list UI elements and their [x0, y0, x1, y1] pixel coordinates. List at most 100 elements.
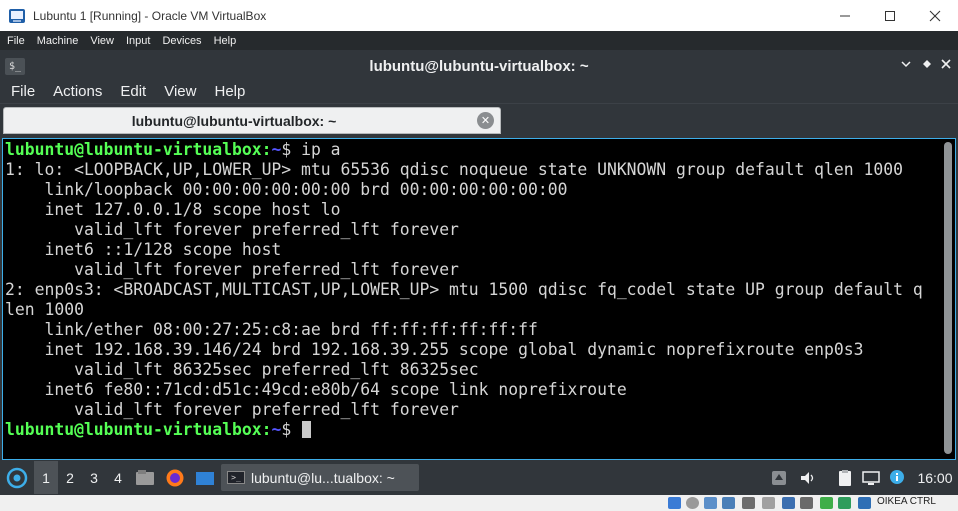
volume-control[interactable] [797, 461, 819, 494]
terminal-line: inet 127.0.0.1/8 scope host lo [5, 200, 341, 219]
start-menu-button[interactable] [2, 461, 32, 494]
chevron-down-icon [901, 61, 911, 68]
text-cursor [302, 421, 312, 438]
taskbar-panel: 1 2 3 4 >_ lubuntu@lu...tualbox: ~ 16:00 [0, 461, 958, 494]
desktop-icon [196, 471, 214, 485]
terminal-menu-actions[interactable]: Actions [46, 83, 109, 100]
video-capture-icon[interactable] [800, 497, 813, 509]
maximize-icon [885, 10, 895, 21]
terminal-tab-label: lubuntu@lubuntu-virtualbox: ~ [131, 113, 337, 129]
display-icon[interactable] [782, 497, 795, 509]
command-text: ip a [301, 140, 341, 159]
hard-disk-icon[interactable] [668, 497, 681, 509]
task-terminal-button[interactable]: >_ lubuntu@lu...tualbox: ~ [221, 464, 419, 491]
maximize-button[interactable] [867, 0, 913, 31]
desktop-switch-3[interactable]: 3 [82, 461, 106, 494]
terminal-line: valid_lft forever preferred_lft forever [5, 220, 459, 239]
network-tray[interactable] [860, 461, 882, 494]
guest-additions-icon[interactable] [838, 497, 851, 509]
audio-icon[interactable] [704, 497, 717, 509]
terminal-line: inet6 fe80::71cd:d51c:49cd:e80b/64 scope… [5, 380, 627, 399]
host-menu-devices[interactable]: Devices [157, 35, 206, 47]
lubuntu-logo-icon [6, 467, 28, 488]
terminal-line: 1: lo: <LOOPBACK,UP,LOWER_UP> mtu 65536 … [5, 160, 903, 179]
desktop-switch-2[interactable]: 2 [58, 461, 82, 494]
clock[interactable]: 16:00 [912, 461, 958, 494]
terminal-task-icon: >_ [227, 471, 245, 484]
host-menu-view[interactable]: View [85, 35, 119, 47]
terminal-close-button[interactable] [939, 58, 953, 73]
prompt-path: ~ [271, 420, 282, 439]
notification-tray[interactable] [886, 461, 908, 494]
host-titlebar: Lubuntu 1 [Running] - Oracle VM VirtualB… [0, 0, 958, 31]
host-menu-file[interactable]: File [2, 35, 30, 47]
prompt-path: ~ [271, 140, 282, 159]
prompt-user: lubuntu@lubuntu-virtualbox [5, 420, 262, 439]
firefox-icon [166, 469, 184, 486]
file-manager-launcher[interactable] [133, 461, 157, 494]
terminal-restore-button[interactable] [920, 58, 934, 73]
terminal-menubar: File Actions Edit View Help [0, 80, 958, 104]
prompt-symbol: $ [281, 140, 302, 159]
terminal-line: valid_lft forever preferred_lft forever [5, 260, 459, 279]
mouse-integration-icon[interactable] [858, 497, 871, 509]
terminal-minimize-button[interactable] [899, 58, 913, 73]
prompt-separator: : [261, 420, 272, 439]
terminal-menu-edit[interactable]: Edit [113, 83, 153, 100]
minimize-button[interactable] [822, 0, 868, 31]
network-icon [862, 470, 880, 485]
desktop-switch-1[interactable]: 1 [34, 461, 58, 494]
show-desktop-button[interactable] [193, 461, 217, 494]
minimize-icon [840, 15, 850, 16]
terminal-menu-file[interactable]: File [4, 83, 42, 100]
upload-icon [772, 470, 786, 485]
file-manager-icon [136, 469, 154, 485]
cpu-activity-icon[interactable] [820, 497, 833, 509]
prompt-user: lubuntu@lubuntu-virtualbox [5, 140, 262, 159]
network-adapter-icon[interactable] [722, 497, 735, 509]
host-key-label: OIKEA CTRL [877, 496, 936, 507]
terminal-line: lubuntu@lubuntu-virtualbox:~$ ip a [5, 140, 935, 160]
terminal-window-title: lubuntu@lubuntu-virtualbox: ~ [369, 58, 589, 75]
terminal-line: 2: enp0s3: <BROADCAST,MULTICAST,UP,LOWER… [5, 280, 923, 299]
firefox-launcher[interactable] [163, 461, 187, 494]
info-icon [890, 469, 904, 484]
optical-drive-icon[interactable] [686, 497, 699, 509]
guest-display: $_ lubuntu@lubuntu-virtualbox: ~ File Ac… [0, 50, 958, 511]
host-menu-machine[interactable]: Machine [32, 35, 84, 47]
terminal-tabbar: lubuntu@lubuntu-virtualbox: ~ ✕ [0, 105, 958, 136]
terminal-prompt-line: lubuntu@lubuntu-virtualbox:~$ [5, 420, 935, 440]
terminal-scrollbar[interactable] [944, 142, 952, 454]
usb-icon[interactable] [742, 497, 755, 509]
restore-icon [923, 60, 931, 68]
host-statusbar: OIKEA CTRL [0, 495, 958, 511]
clipboard-icon [839, 469, 851, 486]
volume-icon [801, 471, 814, 484]
terminal-line: valid_lft 86325sec preferred_lft 86325se… [5, 360, 479, 379]
terminal-output[interactable]: lubuntu@lubuntu-virtualbox:~$ ip a 1: lo… [2, 138, 956, 460]
terminal-line: link/loopback 00:00:00:00:00:00 brd 00:0… [5, 180, 568, 199]
close-icon [941, 59, 951, 69]
close-button[interactable] [912, 0, 958, 31]
close-icon [929, 10, 941, 21]
terminal-tab[interactable]: lubuntu@lubuntu-virtualbox: ~ ✕ [3, 107, 501, 134]
host-menu-input[interactable]: Input [121, 35, 155, 47]
terminal-line: len 1000 [5, 300, 84, 319]
tray-updates-icon[interactable] [768, 461, 790, 494]
clipboard-tray[interactable] [834, 461, 856, 494]
terminal-line: link/ether 08:00:27:25:c8:ae brd ff:ff:f… [5, 320, 538, 339]
terminal-titlebar: $_ lubuntu@lubuntu-virtualbox: ~ [0, 54, 958, 80]
terminal-line: inet6 ::1/128 scope host [5, 240, 282, 259]
task-label: lubuntu@lu...tualbox: ~ [251, 469, 395, 486]
host-window-title: Lubuntu 1 [Running] - Oracle VM VirtualB… [33, 8, 267, 23]
host-menubar: File Machine View Input Devices Help [0, 31, 958, 50]
tab-close-icon[interactable]: ✕ [477, 112, 494, 129]
terminal-menu-help[interactable]: Help [207, 83, 252, 100]
shared-folder-icon[interactable] [762, 497, 775, 509]
prompt-separator: : [261, 140, 272, 159]
virtualbox-icon [9, 8, 25, 23]
terminal-line: inet 192.168.39.146/24 brd 192.168.39.25… [5, 340, 864, 359]
host-menu-help[interactable]: Help [209, 35, 242, 47]
terminal-menu-view[interactable]: View [157, 83, 203, 100]
desktop-switch-4[interactable]: 4 [106, 461, 130, 494]
